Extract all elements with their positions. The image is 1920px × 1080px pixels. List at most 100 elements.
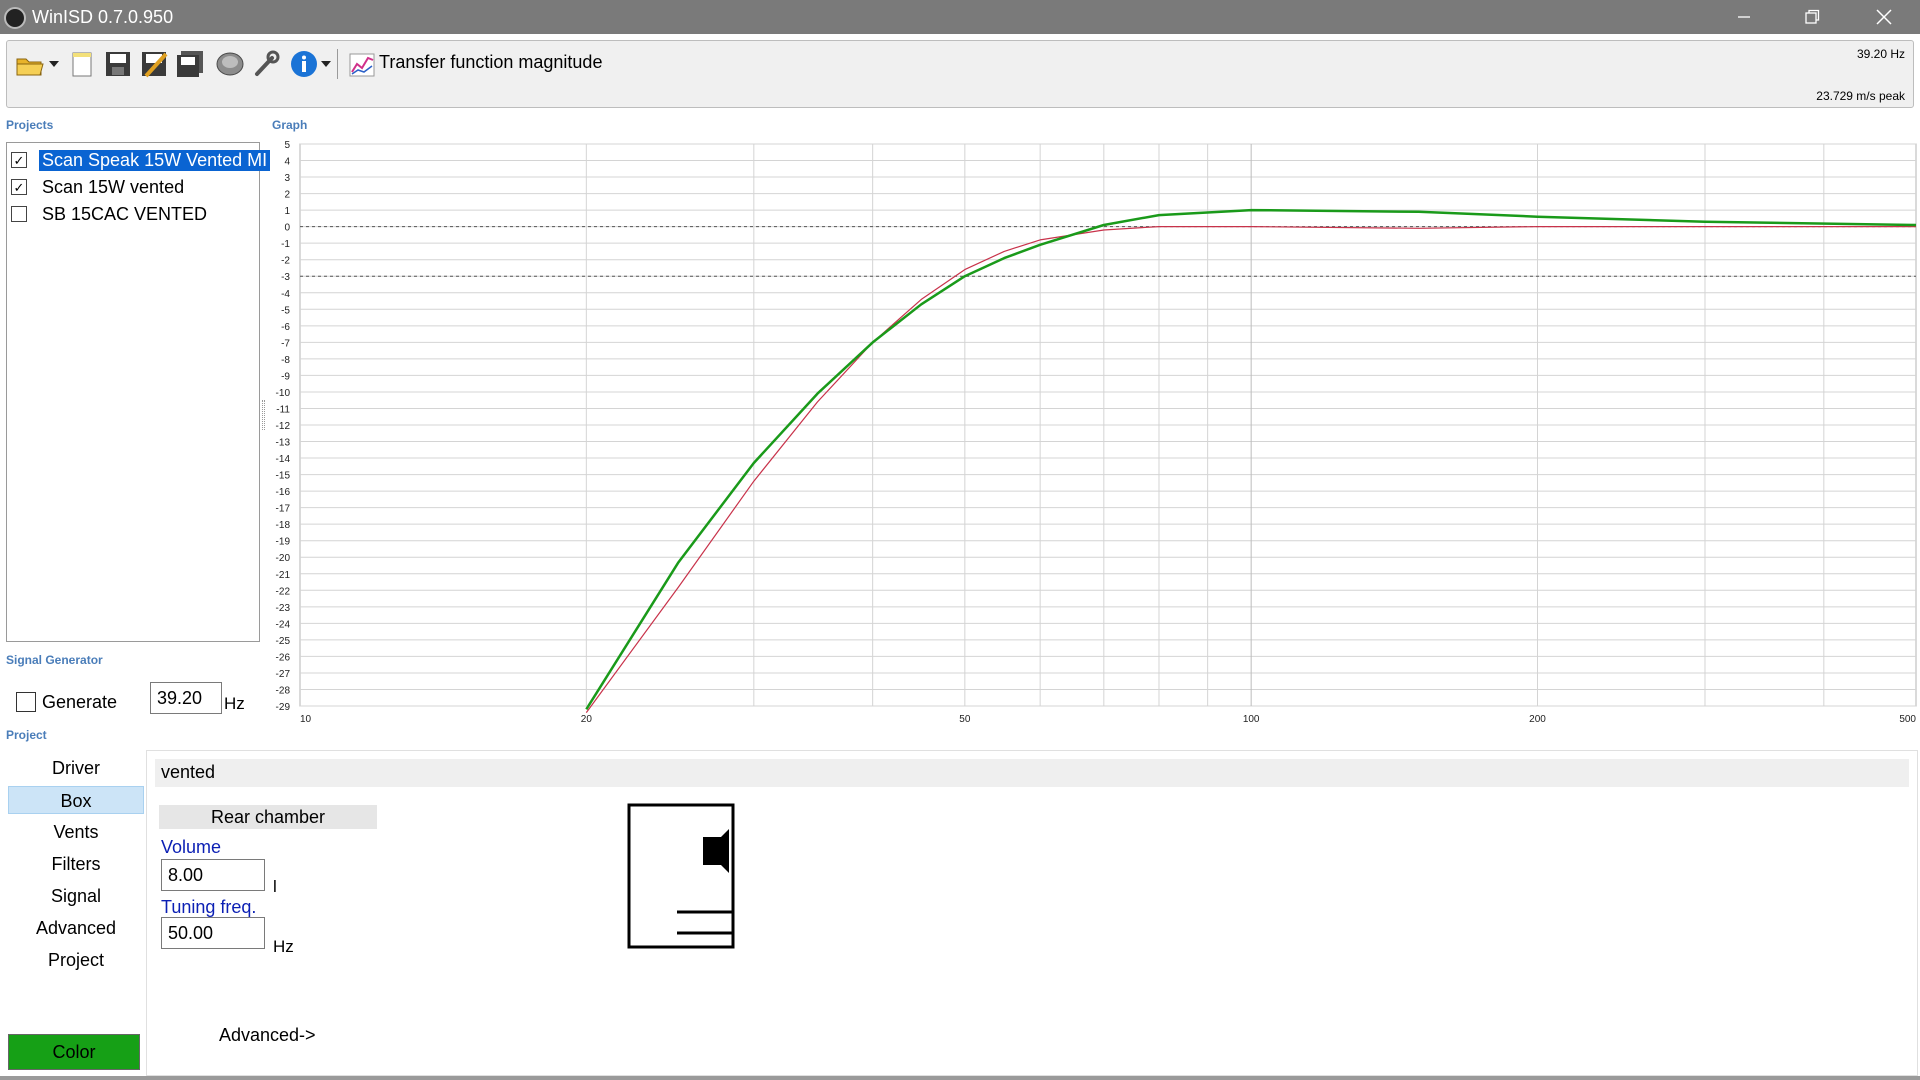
graph-type-selector[interactable]: Transfer function magnitude	[379, 52, 602, 73]
project-checkbox[interactable]: ✓	[11, 179, 27, 195]
frequency-readout: 39.20 Hz	[1856, 47, 1905, 61]
project-checkbox[interactable]: ✓	[11, 152, 27, 168]
minimize-button[interactable]	[1716, 0, 1772, 34]
project-name: SB 15CAC VENTED	[42, 203, 208, 224]
y-tick-label: -25	[276, 636, 291, 647]
signal-generator-section-label: Signal Generator	[6, 653, 103, 667]
x-tick-label: 200	[1529, 714, 1546, 725]
y-tick-label: -19	[276, 537, 291, 548]
advanced-link[interactable]: Advanced->	[219, 1025, 316, 1046]
y-tick-label: -15	[276, 471, 291, 482]
save-all-button[interactable]	[173, 47, 207, 81]
tuning-freq-unit: Hz	[273, 937, 294, 956]
x-tick-label: 20	[581, 714, 593, 725]
generate-checkbox[interactable]	[16, 692, 36, 712]
y-tick-label: -7	[281, 338, 290, 349]
info-dropdown-arrow[interactable]	[321, 61, 331, 67]
tuning-freq-input[interactable]	[161, 917, 265, 949]
project-item[interactable]: ✓ Scan 15W vented	[11, 174, 187, 200]
info-button[interactable]	[287, 47, 321, 81]
transfer-function-chart: 543210-1-2-3-4-5-6-7-8-9-10-11-12-13-14-…	[276, 140, 1917, 725]
nav-signal[interactable]: Signal	[8, 882, 144, 910]
window-title: WinISD 0.7.0.950	[32, 7, 174, 27]
save-as-icon	[142, 52, 168, 78]
wrench-icon	[255, 50, 280, 76]
info-icon	[291, 51, 317, 77]
project-item[interactable]: ✓ Scan Speak 15W Vented MI	[11, 147, 272, 173]
x-tick-label: 10	[300, 714, 312, 725]
save-button[interactable]	[101, 47, 135, 81]
nav-driver[interactable]: Driver	[8, 754, 144, 782]
y-tick-label: -20	[276, 553, 291, 564]
y-tick-label: -23	[276, 603, 291, 614]
nav-project[interactable]: Project	[8, 946, 144, 974]
nav-advanced[interactable]: Advanced	[8, 914, 144, 942]
y-tick-label: -9	[281, 371, 290, 382]
project-checkbox[interactable]	[11, 206, 27, 222]
y-tick-label: -6	[281, 322, 290, 333]
nav-filters[interactable]: Filters	[8, 850, 144, 878]
volume-input[interactable]	[161, 859, 265, 891]
y-tick-label: 4	[284, 157, 290, 168]
nav-box[interactable]: Box	[8, 786, 144, 814]
rear-chamber-header: Rear chamber	[159, 805, 377, 829]
y-tick-label: -13	[276, 438, 291, 449]
y-tick-label: -22	[276, 586, 291, 597]
save-as-button[interactable]	[137, 47, 171, 81]
generate-label: Generate	[42, 692, 118, 712]
y-tick-label: 3	[284, 173, 290, 184]
y-tick-label: 2	[284, 190, 290, 201]
box-panel: vented Rear chamber Volume l Tuning freq…	[146, 750, 1918, 1076]
project-item[interactable]: SB 15CAC VENTED	[11, 201, 210, 227]
open-button[interactable]	[13, 47, 47, 81]
toolbar-separator	[337, 49, 338, 79]
y-tick-label: -3	[281, 272, 290, 283]
color-button[interactable]: Color	[8, 1034, 140, 1070]
y-tick-label: -27	[276, 669, 291, 680]
box-type-label: vented	[155, 759, 1909, 787]
project-section-label: Project	[6, 728, 47, 742]
y-tick-label: -29	[276, 702, 291, 713]
new-document-icon	[72, 52, 92, 77]
title-bar: WinISD 0.7.0.950	[0, 0, 1920, 34]
y-tick-label: -14	[276, 454, 291, 465]
new-project-button[interactable]	[65, 47, 99, 81]
y-tick-label: 5	[284, 140, 290, 151]
open-dropdown-arrow[interactable]	[49, 61, 59, 67]
volume-label: Volume	[161, 837, 222, 857]
y-tick-label: -18	[276, 520, 291, 531]
y-tick-label: -8	[281, 355, 290, 366]
y-tick-label: -2	[281, 256, 290, 267]
x-tick-label: 100	[1243, 714, 1260, 725]
project-name: Scan Speak 15W Vented MI	[37, 148, 272, 172]
app-icon	[4, 7, 26, 29]
y-tick-label: -16	[276, 487, 291, 498]
y-tick-label: -28	[276, 685, 291, 696]
driver-editor-button[interactable]	[213, 47, 247, 81]
toolbar: Transfer function magnitude 39.20 Hz 23.…	[6, 40, 1914, 108]
save-all-icon	[177, 51, 203, 77]
x-tick-label: 50	[959, 714, 971, 725]
graph-section-label: Graph	[272, 118, 308, 132]
y-tick-label: -1	[281, 239, 290, 250]
nav-vents[interactable]: Vents	[8, 818, 144, 846]
y-tick-label: 0	[284, 223, 290, 234]
tools-button[interactable]	[249, 47, 283, 81]
bottom-border	[0, 1076, 1920, 1080]
restore-button[interactable]	[1784, 0, 1840, 34]
projects-list: ✓ Scan Speak 15W Vented MI ✓ Scan 15W ve…	[6, 142, 272, 642]
graph-type-icon-button[interactable]	[345, 47, 379, 81]
box-diagram	[627, 803, 735, 949]
close-icon	[1876, 9, 1892, 25]
y-tick-label: -26	[276, 652, 291, 663]
graph-icon	[349, 53, 375, 77]
y-tick-label: -11	[276, 404, 290, 415]
speaker-driver-icon	[216, 52, 244, 76]
project-nav: Driver Box Vents Filters Signal Advanced…	[0, 752, 146, 982]
close-button[interactable]	[1856, 0, 1912, 34]
x-tick-label: 500	[1899, 714, 1916, 725]
minimize-icon	[1738, 16, 1750, 18]
speaker-driver-icon	[703, 829, 729, 873]
restore-icon	[1805, 9, 1820, 24]
generator-frequency-input[interactable]	[150, 682, 222, 714]
